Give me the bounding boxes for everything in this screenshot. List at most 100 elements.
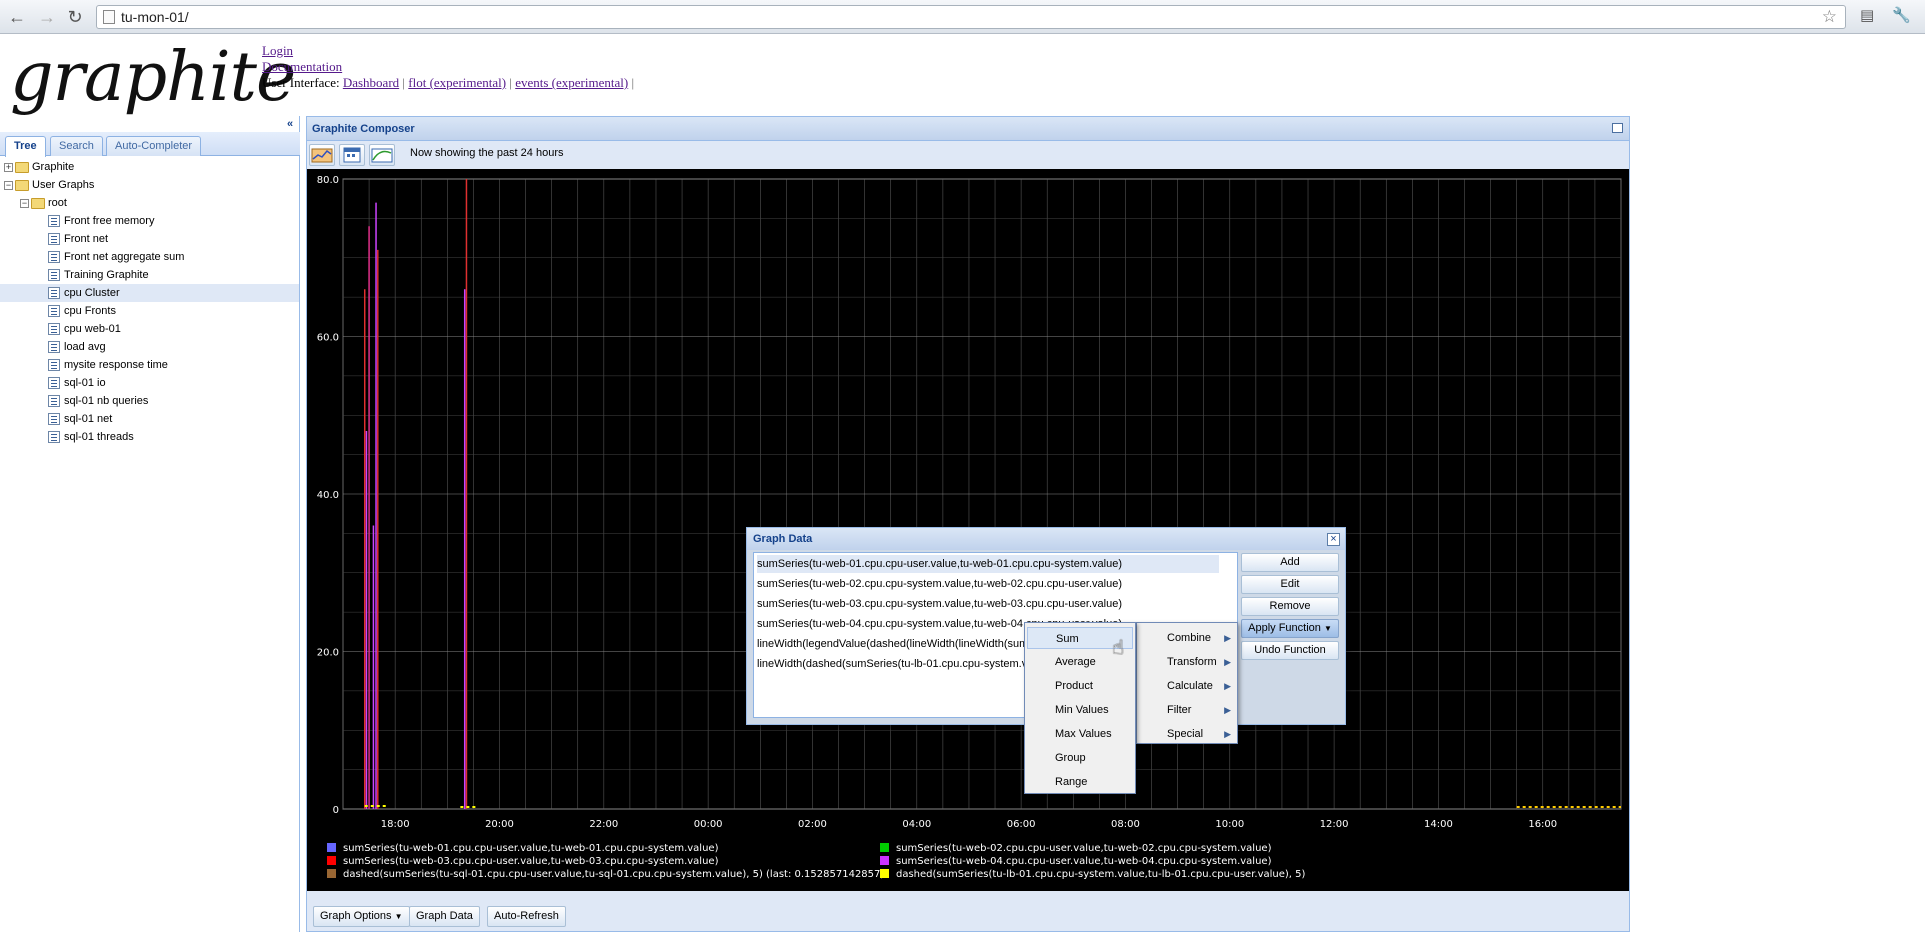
expand-toggle-icon[interactable]: −: [20, 198, 29, 208]
close-icon[interactable]: ×: [1327, 533, 1340, 546]
wrench-icon[interactable]: 🔧: [1892, 6, 1911, 24]
menu-item-group[interactable]: Group: [1027, 747, 1133, 769]
menu-item-special[interactable]: Special ▶: [1139, 723, 1235, 745]
tree-item-label: User Graphs: [32, 179, 95, 191]
tab-search[interactable]: Search: [50, 136, 103, 156]
reload-icon[interactable]: ↻: [64, 6, 86, 28]
tree-item[interactable]: − root: [20, 194, 67, 212]
saved-graph-icon: [48, 413, 60, 426]
legend-label: sumSeries(tu-web-04.cpu.cpu-user.value,t…: [896, 856, 1272, 867]
saved-graph-icon: [48, 431, 60, 444]
tree-item-label: sql-01 net: [64, 413, 113, 425]
undo-function-button[interactable]: Undo Function: [1241, 641, 1339, 660]
panel-tabs: Tree Search Auto-Completer: [0, 132, 300, 157]
tree-item[interactable]: cpu Fronts: [48, 302, 116, 320]
legend-label: sumSeries(tu-web-01.cpu.cpu-user.value,t…: [343, 843, 719, 854]
target-row[interactable]: sumSeries(tu-web-01.cpu.cpu-user.value,t…: [757, 555, 1219, 573]
menu-item-filter[interactable]: Filter ▶: [1139, 699, 1235, 721]
target-row[interactable]: sumSeries(tu-web-03.cpu.cpu-system.value…: [757, 595, 1122, 613]
saved-graph-icon: [48, 233, 60, 246]
tree-item[interactable]: cpu web-01: [48, 320, 121, 338]
graph-options-label: Graph Options: [320, 910, 392, 922]
tree-item-label: load avg: [64, 341, 106, 353]
expand-toggle-icon[interactable]: −: [4, 180, 13, 190]
tree-item[interactable]: cpu Cluster: [0, 284, 299, 302]
select-time-range-button[interactable]: [339, 144, 365, 166]
header-links: Login Documentation User Interface: Dash…: [262, 43, 634, 91]
menu-item-calculate[interactable]: Calculate ▶: [1139, 675, 1235, 697]
dropdown-arrow-icon: ▼: [1323, 624, 1332, 633]
menu-item-label: Filter: [1167, 704, 1192, 716]
calendar-icon: [343, 147, 361, 163]
graph-options-button[interactable]: Graph Options ▼: [313, 906, 410, 927]
tree-item-label: Front net aggregate sum: [64, 251, 185, 263]
forward-icon[interactable]: →: [36, 6, 58, 28]
saved-graph-icon: [48, 377, 60, 390]
tree-item[interactable]: sql-01 io: [48, 374, 106, 392]
legend-swatch: [880, 856, 889, 865]
saved-graph-icon: [48, 395, 60, 408]
flot-link[interactable]: flot (experimental): [408, 75, 506, 90]
menu-item-label: Special: [1167, 728, 1204, 740]
documentation-link[interactable]: Documentation: [262, 59, 342, 74]
menu-item-max-values[interactable]: Max Values: [1027, 723, 1133, 745]
tree-item[interactable]: − User Graphs: [4, 176, 94, 194]
tree-item[interactable]: load avg: [48, 338, 106, 356]
maximize-icon[interactable]: [1612, 123, 1623, 133]
add-button[interactable]: Add: [1241, 553, 1339, 572]
dashboard-link[interactable]: Dashboard: [343, 75, 399, 90]
tree-item[interactable]: Front net: [48, 230, 108, 248]
dropdown-arrow-icon: ▼: [394, 912, 403, 921]
tree-item[interactable]: sql-01 threads: [48, 428, 134, 446]
login-link[interactable]: Login: [262, 43, 293, 58]
menu-item-range[interactable]: Range: [1027, 771, 1133, 793]
edit-button[interactable]: Edit: [1241, 575, 1339, 594]
tree-item[interactable]: Front free memory: [48, 212, 154, 230]
tree-item-label: Graphite: [32, 161, 75, 173]
update-graph-button[interactable]: [309, 144, 335, 166]
back-icon[interactable]: ←: [6, 6, 28, 28]
folder-icon: [31, 197, 45, 209]
auto-refresh-button[interactable]: Auto-Refresh: [487, 906, 566, 927]
tree-item[interactable]: sql-01 net: [48, 410, 112, 428]
tree-item-label: sql-01 io: [64, 377, 106, 389]
target-row[interactable]: sumSeries(tu-web-02.cpu.cpu-system.value…: [757, 575, 1122, 593]
create-from-url-button[interactable]: [369, 144, 395, 166]
x-tick-label: 12:00: [1320, 819, 1349, 830]
address-bar[interactable]: tu-mon-01/ ☆: [96, 5, 1846, 29]
y-tick-label: 80.0: [317, 175, 339, 186]
bookmark-star-icon[interactable]: ☆: [1822, 7, 1837, 27]
tree-item[interactable]: sql-01 nb queries: [48, 392, 148, 410]
saved-graph-icon: [48, 251, 60, 264]
submenu-arrow-icon: ▶: [1224, 681, 1231, 691]
url-text[interactable]: tu-mon-01/: [121, 9, 189, 25]
tree-item[interactable]: + Graphite: [4, 158, 74, 176]
menu-item-combine[interactable]: Combine ▶: [1139, 627, 1235, 649]
separator: |: [402, 75, 406, 90]
graphite-logo: graphite: [10, 38, 296, 117]
submenu-arrow-icon: ▶: [1224, 633, 1231, 643]
menu-item-label: Calculate: [1167, 680, 1213, 692]
remove-button[interactable]: Remove: [1241, 597, 1339, 616]
tab-tree[interactable]: Tree: [5, 136, 46, 157]
menu-item-product[interactable]: Product: [1027, 675, 1133, 697]
y-tick-label: 20.0: [317, 648, 339, 659]
y-tick-label: 40.0: [317, 490, 339, 501]
tree-item-label: mysite response time: [64, 359, 168, 371]
x-tick-label: 22:00: [589, 819, 618, 830]
tab-auto-completer[interactable]: Auto-Completer: [106, 136, 202, 156]
apply-function-button[interactable]: Apply Function ▼: [1241, 619, 1339, 638]
expand-toggle-icon[interactable]: +: [4, 162, 13, 172]
folder-icon: [15, 161, 29, 173]
events-link[interactable]: events (experimental): [515, 75, 628, 90]
saved-graph-icon: [48, 305, 60, 318]
legend-label: dashed(sumSeries(tu-sql-01.cpu.cpu-user.…: [343, 869, 884, 880]
tree-item[interactable]: Front net aggregate sum: [48, 248, 184, 266]
collapse-panel-icon[interactable]: «: [283, 117, 297, 131]
tree-item[interactable]: mysite response time: [48, 356, 168, 374]
menu-item-min-values[interactable]: Min Values: [1027, 699, 1133, 721]
graph-data-button[interactable]: Graph Data: [409, 906, 480, 927]
page-menu-icon[interactable]: ▤: [1860, 6, 1874, 24]
tree-item[interactable]: Training Graphite: [48, 266, 149, 284]
menu-item-transform[interactable]: Transform ▶: [1139, 651, 1235, 673]
